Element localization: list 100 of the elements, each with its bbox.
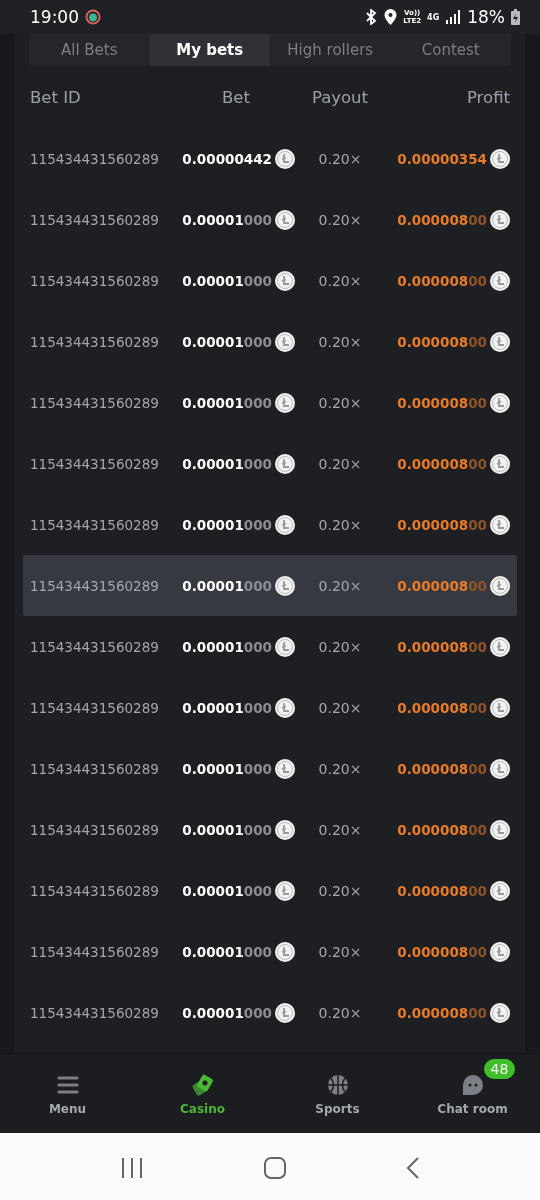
status-time: 19:00	[30, 7, 79, 27]
bet-cell: 0.00001000	[182, 272, 272, 289]
table-row[interactable]: 115434431560289 0.00001000 0.20× 0.00000800	[23, 433, 517, 494]
back-icon[interactable]	[406, 1155, 421, 1180]
bet-cell: 0.00001000	[182, 333, 272, 350]
bet-id-cell-text: 115434431560289	[30, 760, 160, 777]
signal-icon	[445, 10, 462, 24]
nav-item[interactable]: Chat room 48	[405, 1055, 540, 1133]
bet-cell: 0.00001000	[182, 577, 272, 594]
bet-cell: 0.00001000	[182, 943, 272, 960]
coin-icon	[490, 636, 510, 657]
battery-icon	[511, 9, 520, 25]
table-row[interactable]: 115434431560289 0.00001000 0.20× 0.00000800	[23, 921, 517, 982]
coin-icon	[275, 209, 295, 230]
bet-cell: 0.00001000	[182, 1004, 272, 1021]
bet-id-cell-text: 115434431560289	[30, 577, 160, 594]
bet-cell: 0.00001000	[182, 821, 272, 838]
coin-icon	[275, 453, 295, 474]
chat-icon	[460, 1072, 485, 1097]
coin-icon	[275, 636, 295, 657]
bet-id-cell-text: 115434431560289	[30, 882, 160, 899]
table-row[interactable]: 115434431560289 0.00001000 0.20× 0.00000800	[23, 494, 517, 555]
bet-id-cell-text: 115434431560289	[30, 699, 160, 716]
coin-icon	[490, 880, 510, 901]
profit-cell: 0.00000800	[397, 211, 487, 228]
bet-cell: 0.00001000	[182, 394, 272, 411]
coin-icon	[275, 392, 295, 413]
bet-id-cell-text: 115434431560289	[30, 516, 160, 533]
unread-badge: 48	[483, 1059, 516, 1079]
table-row[interactable]: 115434431560289 0.00001000 0.20× 0.00000800	[23, 982, 517, 1043]
profit-cell: 0.00000800	[397, 394, 487, 411]
table-row[interactable]: 115434431560289 0.00001000 0.20× 0.00000800	[23, 311, 517, 372]
coin-icon	[490, 1002, 510, 1023]
coin-icon	[490, 148, 510, 169]
coin-icon	[490, 331, 510, 352]
nav-item[interactable]: Casino	[135, 1055, 270, 1133]
bet-cell: 0.00001000	[182, 882, 272, 899]
recents-icon[interactable]	[119, 1156, 144, 1179]
table-row[interactable]: 115434431560289 0.00001000 0.20× 0.00000800	[23, 616, 517, 677]
home-icon[interactable]	[263, 1155, 287, 1180]
bet-cell: 0.00001000	[182, 211, 272, 228]
coin-icon	[490, 514, 510, 535]
table-row[interactable]: 115434431560289 0.00001000 0.20× 0.00000800	[23, 799, 517, 860]
coin-icon	[490, 270, 510, 291]
bet-id-cell-text: 115434431560289	[30, 333, 160, 350]
coin-icon	[275, 941, 295, 962]
payout-cell-text: 0.20×	[317, 455, 363, 472]
coin-icon	[275, 148, 295, 169]
table-row[interactable]: 115434431560289 0.00001000 0.20× 0.00000800	[23, 555, 517, 616]
tab[interactable]: My bets	[149, 34, 270, 66]
coin-icon	[490, 758, 510, 779]
network-type: 4G	[427, 12, 440, 22]
tab[interactable]: All Bets	[29, 34, 150, 66]
bet-id-cell-text: 115434431560289	[30, 272, 160, 289]
column-header: Profit	[465, 87, 510, 107]
location-icon	[384, 9, 398, 25]
payout-cell-text: 0.20×	[317, 638, 363, 655]
profit-cell: 0.00000800	[397, 760, 487, 777]
bluetooth-icon	[364, 9, 379, 25]
profit-cell: 0.00000800	[397, 882, 487, 899]
profit-cell: 0.00000800	[397, 455, 487, 472]
nav-item[interactable]: Sports	[270, 1055, 405, 1133]
profit-cell: 0.00000800	[397, 943, 487, 960]
coin-icon	[275, 514, 295, 535]
payout-cell-text: 0.20×	[317, 333, 363, 350]
coin-icon	[275, 758, 295, 779]
tab[interactable]: Contest	[390, 34, 511, 66]
bet-id-cell-text: 115434431560289	[30, 394, 160, 411]
table-row[interactable]: 115434431560289 0.00001000 0.20× 0.00000800	[23, 250, 517, 311]
tab[interactable]: High rollers	[270, 34, 391, 66]
payout-cell-text: 0.20×	[317, 699, 363, 716]
profit-cell: 0.00000800	[397, 638, 487, 655]
payout-cell-text: 0.20×	[317, 211, 363, 228]
coin-icon	[490, 209, 510, 230]
table-row[interactable]: 115434431560289 0.00000442 0.20× 0.00000354	[23, 128, 517, 189]
payout-cell-text: 0.20×	[317, 943, 363, 960]
bet-id-cell-text: 115434431560289	[30, 150, 160, 167]
profit-cell: 0.00000800	[397, 516, 487, 533]
coin-icon	[275, 331, 295, 352]
table-row[interactable]: 115434431560289 0.00001000 0.20× 0.00000800	[23, 860, 517, 921]
table-row[interactable]: 115434431560289 0.00001000 0.20× 0.00000800	[23, 372, 517, 433]
payout-cell-text: 0.20×	[317, 577, 363, 594]
table-row[interactable]: 115434431560289 0.00001000 0.20× 0.00000800	[23, 738, 517, 799]
bet-cell: 0.00001000	[182, 760, 272, 777]
nav-item[interactable]: Menu	[0, 1055, 135, 1133]
coin-icon	[275, 575, 295, 596]
column-header: Bet	[221, 87, 251, 107]
table-row[interactable]: 115434431560289 0.00001000 0.20× 0.00000800	[23, 189, 517, 250]
payout-cell-text: 0.20×	[317, 1004, 363, 1021]
bet-id-cell-text: 115434431560289	[30, 821, 160, 838]
bet-id-cell-text: 115434431560289	[30, 455, 160, 472]
profit-cell: 0.00000800	[397, 699, 487, 716]
bet-cell: 0.00000442	[182, 150, 272, 167]
bet-id-cell-text: 115434431560289	[30, 638, 160, 655]
profit-cell: 0.00000800	[397, 333, 487, 350]
coin-icon	[275, 697, 295, 718]
table-row[interactable]: 115434431560289 0.00001000 0.20× 0.00000800	[23, 677, 517, 738]
coin-icon	[490, 941, 510, 962]
bet-cell: 0.00001000	[182, 638, 272, 655]
column-header: Payout	[310, 87, 370, 107]
